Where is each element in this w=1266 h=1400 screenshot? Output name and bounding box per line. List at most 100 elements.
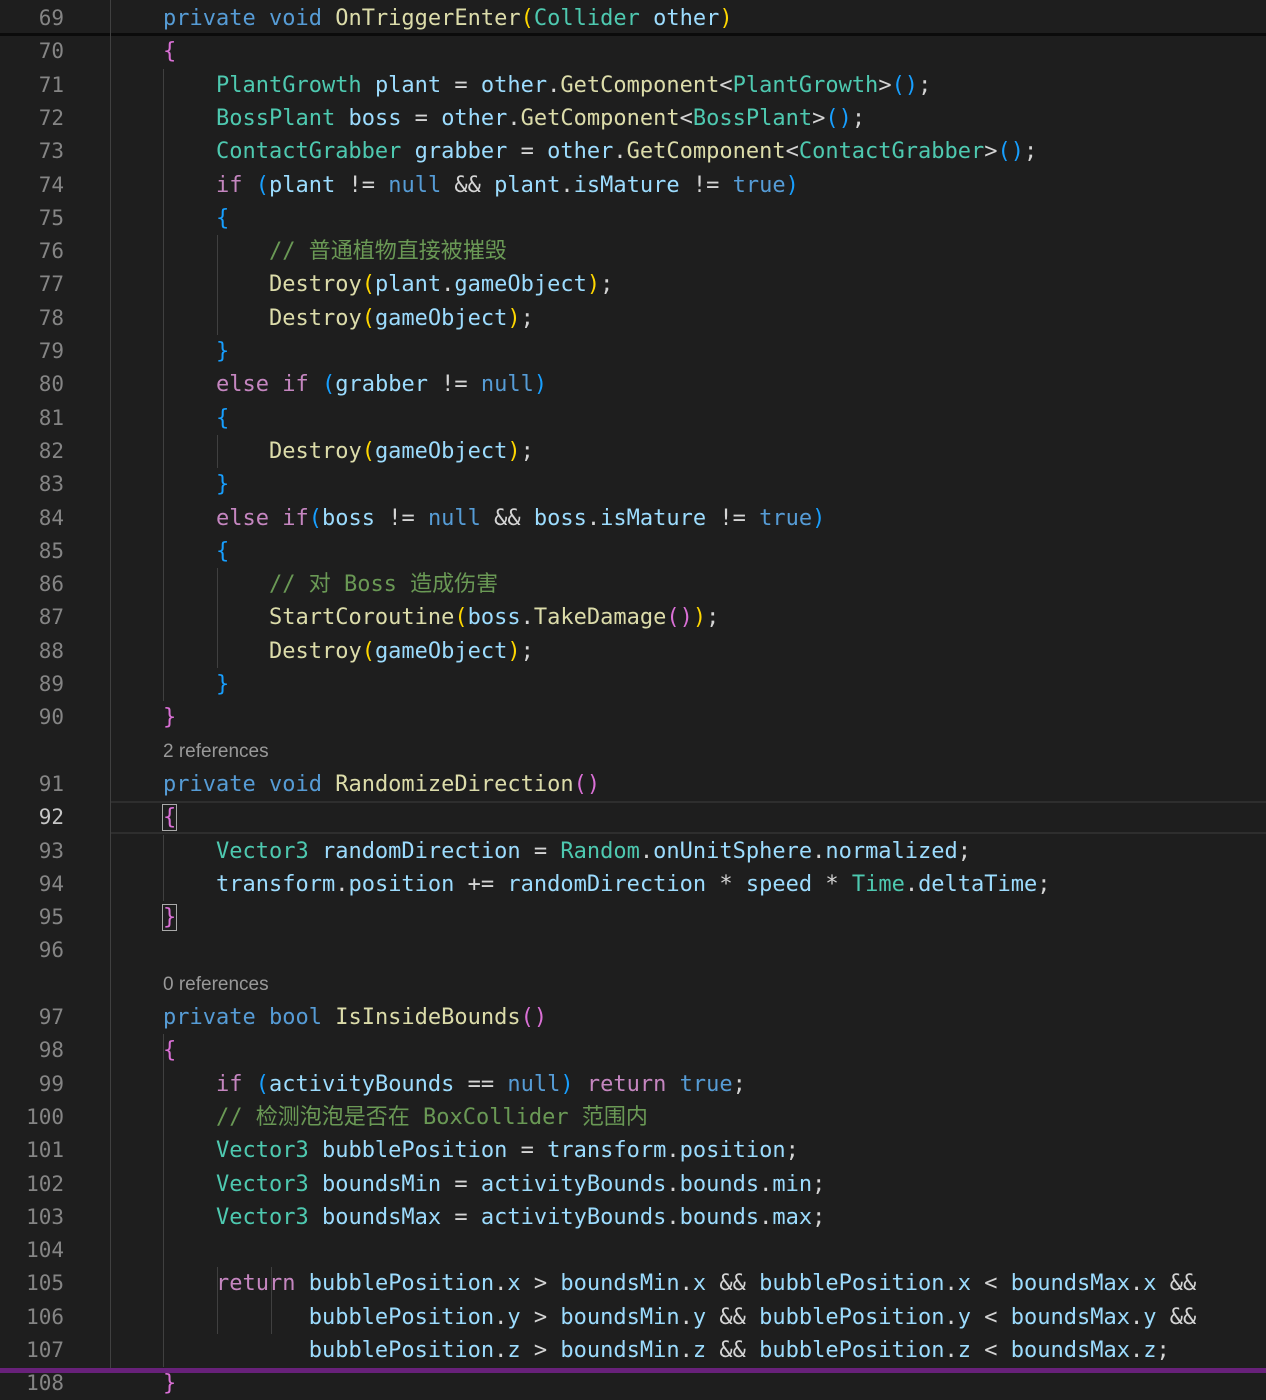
code-editor[interactable]: 69 private void OnTriggerEnter(Collider o… <box>0 0 1266 1396</box>
code-line[interactable]: 85 { <box>0 535 1266 568</box>
code-line[interactable]: 73 ContactGrabber grabber = other.GetCom… <box>0 135 1266 168</box>
code-line[interactable]: 96 <box>0 934 1266 967</box>
code-text[interactable]: Destroy(plant.gameObject); <box>163 268 613 301</box>
code-line[interactable]: 94 transform.position += randomDirection… <box>0 868 1266 901</box>
code-text[interactable]: private void OnTriggerEnter(Collider oth… <box>163 2 733 35</box>
sticky-scroll-divider <box>0 33 1266 36</box>
code-text[interactable]: } <box>163 668 229 701</box>
token: bounds <box>679 1204 760 1230</box>
code-text[interactable]: Vector3 bubblePosition = transform.posit… <box>163 1134 799 1167</box>
code-text[interactable]: PlantGrowth plant = other.GetComponent<P… <box>163 69 931 102</box>
code-line[interactable]: 93 Vector3 randomDirection = Random.onUn… <box>0 835 1266 868</box>
code-text[interactable]: if (plant != null && plant.isMature != t… <box>163 169 799 202</box>
token: bubblePosition <box>759 1271 945 1297</box>
code-text[interactable]: private bool IsInsideBounds() <box>163 1001 547 1034</box>
token: ) <box>586 272 601 298</box>
code-text[interactable]: return bubblePosition.x > boundsMin.x &&… <box>163 1267 1196 1300</box>
code-text[interactable]: // 普通植物直接被摧毁 <box>163 235 507 268</box>
code-text[interactable]: private void RandomizeDirection() <box>163 768 600 801</box>
code-text[interactable]: { <box>163 202 229 235</box>
line-number: 102 <box>26 1171 64 1196</box>
line-number: 107 <box>26 1338 64 1362</box>
code-line[interactable]: 89 } <box>0 668 1266 701</box>
code-text[interactable]: ContactGrabber grabber = other.GetCompon… <box>163 135 1037 168</box>
code-text[interactable]: Vector3 boundsMin = activityBounds.bound… <box>163 1168 825 1201</box>
code-line[interactable]: 71 PlantGrowth plant = other.GetComponen… <box>0 69 1266 102</box>
code-text[interactable]: { <box>163 402 229 435</box>
code-text[interactable]: } <box>161 901 178 934</box>
token: boundsMax <box>321 1204 442 1230</box>
code-line[interactable]: 81 { <box>0 402 1266 435</box>
code-line[interactable]: 83 } <box>0 468 1266 501</box>
code-line[interactable]: 69 private void OnTriggerEnter(Collider o… <box>0 2 1266 35</box>
code-line[interactable]: 92 { <box>0 801 1266 835</box>
code-line[interactable]: 88 Destroy(gameObject); <box>0 635 1266 668</box>
code-text[interactable]: } <box>163 335 229 368</box>
code-line[interactable]: 72 BossPlant boss = other.GetComponent<B… <box>0 102 1266 135</box>
code-line[interactable]: 86 // 对 Boss 造成伤害 <box>0 568 1266 601</box>
code-text[interactable]: StartCoroutine(boss.TakeDamage()); <box>163 601 719 634</box>
code-line[interactable]: 106 bubblePosition.y > boundsMin.y && bu… <box>0 1301 1266 1334</box>
code-line[interactable]: 78 Destroy(gameObject); <box>0 302 1266 335</box>
code-text[interactable]: { <box>163 535 229 568</box>
code-line[interactable]: 99 if (activityBounds == null) return tr… <box>0 1068 1266 1101</box>
code-text[interactable]: else if(boss != null && boss.isMature !=… <box>163 502 825 535</box>
code-text[interactable]: // 检测泡泡是否在 BoxCollider 范围内 <box>163 1101 648 1134</box>
code-text[interactable]: // 对 Boss 造成伤害 <box>163 568 498 601</box>
token: transform <box>215 871 336 897</box>
code-text[interactable]: bubblePosition.z > boundsMin.z && bubble… <box>163 1334 1170 1367</box>
code-line[interactable]: 84 else if(boss != null && boss.isMature… <box>0 502 1266 535</box>
code-text[interactable]: if (activityBounds == null) return true; <box>163 1068 746 1101</box>
code-line[interactable]: 74 if (plant != null && plant.isMature !… <box>0 169 1266 202</box>
indent-guide <box>163 68 164 702</box>
code-line[interactable]: 100 // 检测泡泡是否在 BoxCollider 范围内 <box>0 1101 1266 1134</box>
code-text[interactable]: } <box>163 468 229 501</box>
code-text[interactable]: } <box>163 701 176 734</box>
code-text[interactable]: { <box>163 1034 176 1067</box>
code-line[interactable]: 102 Vector3 boundsMin = activityBounds.b… <box>0 1168 1266 1201</box>
code-line[interactable]: 82 Destroy(gameObject); <box>0 435 1266 468</box>
code-line[interactable]: 91 private void RandomizeDirection() <box>0 768 1266 801</box>
code-text[interactable]: Destroy(gameObject); <box>163 435 534 468</box>
code-line[interactable]: 104 <box>0 1234 1266 1267</box>
code-line[interactable]: 70 { <box>0 35 1266 68</box>
code-line[interactable]: 79 } <box>0 335 1266 368</box>
code-line[interactable]: 87 StartCoroutine(boss.TakeDamage()); <box>0 601 1266 634</box>
token: () <box>891 72 919 98</box>
token: . <box>679 1304 693 1330</box>
line-number: 104 <box>26 1238 64 1263</box>
code-text[interactable]: BossPlant boss = other.GetComponent<Boss… <box>163 102 865 135</box>
token: ) <box>719 6 733 31</box>
code-line[interactable]: 103 Vector3 boundsMax = activityBounds.b… <box>0 1201 1266 1234</box>
code-line[interactable]: 75 { <box>0 202 1266 235</box>
token: Random <box>560 838 640 864</box>
code-text[interactable]: { <box>163 35 176 68</box>
code-line[interactable]: 101 Vector3 bubblePosition = transform.p… <box>0 1134 1266 1167</box>
code-line[interactable]: 77 Destroy(plant.gameObject); <box>0 268 1266 301</box>
code-line[interactable]: 76 // 普通植物直接被摧毁 <box>0 235 1266 268</box>
code-text[interactable]: Vector3 randomDirection = Random.onUnitS… <box>163 835 971 868</box>
code-line[interactable]: 107 bubblePosition.z > boundsMin.z && bu… <box>0 1334 1266 1367</box>
code-text[interactable]: bubblePosition.y > boundsMin.y && bubble… <box>163 1301 1197 1334</box>
code-line[interactable]: 97 private bool IsInsideBounds() <box>0 1001 1266 1034</box>
code-text[interactable]: transform.position += randomDirection * … <box>163 868 1051 901</box>
code-text[interactable]: Vector3 boundsMax = activityBounds.bound… <box>163 1201 825 1234</box>
code-line[interactable]: 80 else if (grabber != null) <box>0 368 1266 401</box>
code-line[interactable]: 95} <box>0 901 1266 934</box>
code-line[interactable]: 105 return bubblePosition.x > boundsMin.… <box>0 1267 1266 1300</box>
codelens-link[interactable]: 2 references <box>163 735 269 768</box>
code-text[interactable]: Destroy(gameObject); <box>163 635 534 668</box>
codelens-link[interactable]: 0 references <box>163 968 269 1001</box>
code-line[interactable]: 98 { <box>0 1034 1266 1067</box>
token: gameObject <box>454 272 587 298</box>
token: = <box>520 838 561 864</box>
token: gameObject <box>374 438 508 464</box>
code-text[interactable]: Destroy(gameObject); <box>163 302 534 335</box>
code-text[interactable]: else if (grabber != null) <box>163 368 547 401</box>
code-text[interactable]: { <box>161 801 178 834</box>
token: ) <box>507 638 521 664</box>
code-line[interactable]: 90} <box>0 701 1266 734</box>
